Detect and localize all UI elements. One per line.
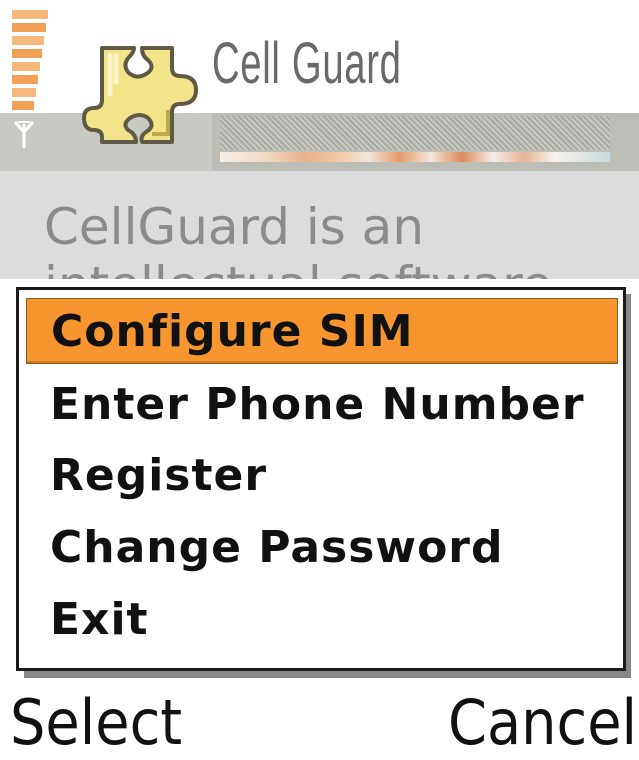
- description-text: CellGuard is an intellectual software: [44, 198, 639, 279]
- menu-item-change-password[interactable]: Change Password: [26, 515, 618, 581]
- menu-item-register[interactable]: Register: [26, 443, 618, 509]
- menu-item-enter-phone-number[interactable]: Enter Phone Number: [26, 372, 618, 438]
- cancel-softkey[interactable]: Cancel: [448, 686, 637, 760]
- description-line-1: CellGuard is an: [44, 198, 425, 256]
- description-line-2: intellectual software: [44, 256, 639, 279]
- puzzle-piece-icon: [82, 46, 198, 144]
- menu-item-configure-sim[interactable]: Configure SIM: [26, 298, 618, 364]
- main-content: CellGuard is an intellectual software: [0, 171, 639, 279]
- title-pane-color-strip: [220, 152, 610, 162]
- app-title: Cell Guard: [212, 31, 402, 96]
- signal-strength-icon: [12, 10, 50, 114]
- title-pane-pattern: [220, 116, 610, 150]
- antenna-icon: [13, 120, 35, 148]
- options-menu: Configure SIM Enter Phone Number Registe…: [16, 287, 626, 671]
- select-softkey[interactable]: Select: [10, 686, 182, 760]
- menu-item-exit[interactable]: Exit: [26, 587, 618, 653]
